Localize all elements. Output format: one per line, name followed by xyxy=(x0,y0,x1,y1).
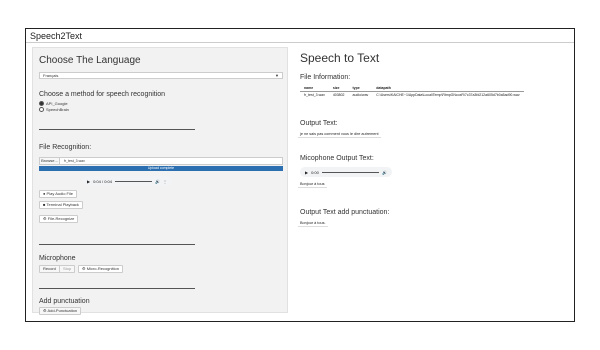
play-icon[interactable]: ▶ xyxy=(305,170,308,175)
punctuation-heading: Add punctuation xyxy=(39,298,90,305)
method-heading: Choose a method for speech recognition xyxy=(39,91,166,98)
add-punctuation-label: Add-Punctuation xyxy=(47,308,78,313)
file-info-heading: File Information: xyxy=(300,74,351,81)
method-label: API_Google xyxy=(46,101,68,106)
language-select[interactable]: Français ▼ xyxy=(39,72,283,79)
play-audio-label: Play Audio File xyxy=(46,191,74,196)
punct-output-heading: Output Text add punctuation: xyxy=(300,209,390,216)
language-select-value: Français xyxy=(43,73,59,78)
audio-seek-bar[interactable] xyxy=(321,171,380,173)
play-circle-icon: ● xyxy=(43,191,46,196)
table-cell: fr_test_3.wav xyxy=(304,93,325,97)
table-row: fr_test_3.wav 403802 audio/wav C:\Users\… xyxy=(300,92,524,99)
audio-seek-bar[interactable] xyxy=(114,180,153,182)
volume-icon[interactable]: 🔊 xyxy=(155,179,160,184)
volume-icon[interactable]: 🔊 xyxy=(382,170,387,175)
table-cell: 403802 xyxy=(332,93,345,97)
file-recognition-heading: File Recognition: xyxy=(39,144,92,151)
mic-recognize-button[interactable]: ⚙ Micro-Recognition xyxy=(78,265,123,273)
divider xyxy=(39,244,195,245)
play-icon[interactable]: ▶ xyxy=(87,179,90,184)
browse-button[interactable]: Browse... xyxy=(39,157,60,165)
app-window: Speech2Text Choose The Language Français… xyxy=(25,28,575,322)
mic-output-heading: Micophone Output Text: xyxy=(300,155,374,162)
add-punctuation-button[interactable]: ⚙ Add-Punctuation xyxy=(39,307,82,315)
output-text-heading: Output Text: xyxy=(300,120,338,127)
punct-output-text: Bonjour à tous. xyxy=(298,221,328,227)
radio-unselected-icon xyxy=(39,107,44,112)
mic-audio-time: 0:00 xyxy=(311,169,319,175)
play-audio-button[interactable]: ● Play Audio File xyxy=(39,190,78,198)
audio-player[interactable]: ▶ 0:04 / 0:04 🔊 ⋮ xyxy=(82,176,172,186)
record-button[interactable]: Record xyxy=(39,265,60,273)
more-options-icon[interactable]: ⋮ xyxy=(163,179,167,184)
mic-recognize-label: Micro-Recognition xyxy=(86,266,119,271)
file-recognize-button[interactable]: ⚙ File-Recognize xyxy=(39,215,79,223)
upload-progress-bar: Upload complete xyxy=(39,166,283,171)
main-panel: Speech to Text File Information: name si… xyxy=(297,47,569,313)
radio-selected-icon xyxy=(39,101,44,106)
terminal-playback-button[interactable]: ■ Terminal Playback xyxy=(39,201,83,209)
divider xyxy=(39,288,195,289)
divider xyxy=(39,129,195,130)
method-radio-api-google[interactable]: API_Google xyxy=(39,101,68,106)
table-cell: C:\Users\KAICHE~1\AppData\Local\Temp\Rtm… xyxy=(376,93,520,97)
stop-button[interactable]: Stop xyxy=(59,265,76,273)
language-heading: Choose The Language xyxy=(39,55,141,66)
gear-icon: ⚙ xyxy=(82,266,86,271)
title-divider xyxy=(26,42,574,43)
file-upload: Browse... fr_test_3.wav xyxy=(39,157,283,165)
mic-output-text: Bonjour à tous xyxy=(298,182,327,188)
gear-icon: ⚙ xyxy=(43,216,47,221)
file-name-field[interactable]: fr_test_3.wav xyxy=(60,157,283,165)
chevron-down-icon: ▼ xyxy=(275,73,279,78)
table-cell: audio/wav xyxy=(352,93,369,97)
sidebar-panel: Choose The Language Français ▼ Choose a … xyxy=(32,47,288,315)
method-label: SpeechBrain xyxy=(46,107,69,112)
method-radio-speechbrain[interactable]: SpeechBrain xyxy=(39,107,69,112)
file-info-table: name size type datapath fr_test_3.wav 40… xyxy=(300,85,524,98)
page-title: Speech to Text xyxy=(300,51,380,65)
output-text: je ne sais pas comment vous le dire autr… xyxy=(298,132,381,138)
audio-time: 0:04 / 0:04 xyxy=(93,178,112,184)
file-recognize-label: File-Recognize xyxy=(47,216,75,221)
microphone-heading: Microphone xyxy=(39,255,76,262)
mic-audio-player[interactable]: ▶ 0:00 🔊 xyxy=(300,167,392,177)
app-title: Speech2Text xyxy=(30,31,83,41)
terminal-playback-label: Terminal Playback xyxy=(46,202,79,207)
